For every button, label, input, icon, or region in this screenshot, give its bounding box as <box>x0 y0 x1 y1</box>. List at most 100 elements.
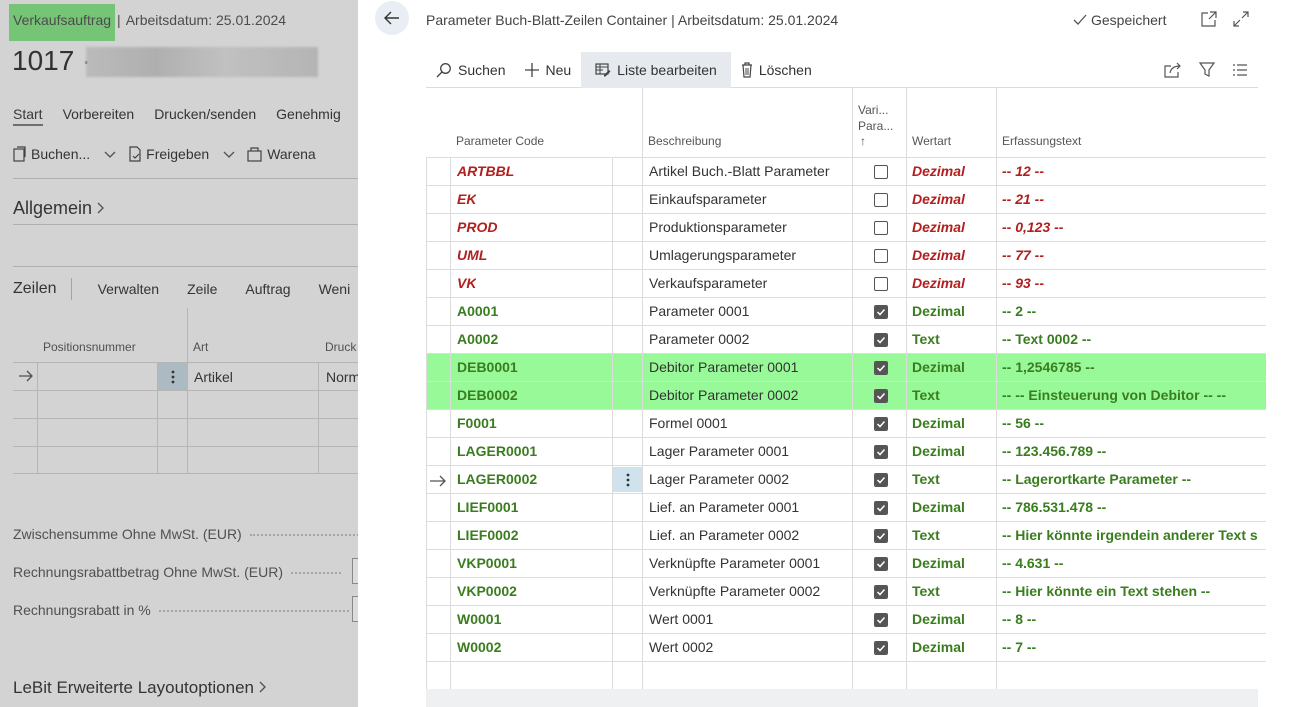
back-button[interactable] <box>375 1 409 35</box>
entry-text[interactable]: -- 12 -- <box>1002 158 1268 185</box>
entry-text[interactable]: -- 93 -- <box>1002 270 1268 297</box>
table-row[interactable]: LIEF0001 Lief. an Parameter 0001 Dezimal --… <box>426 493 1266 521</box>
parameter-code[interactable]: EK <box>457 186 476 213</box>
col-entry-text[interactable]: Erfassungstext <box>1002 133 1081 149</box>
table-row[interactable]: LAGER0001 Lager Parameter 0001 Dezimal -- 1… <box>426 437 1266 465</box>
table-row[interactable]: UML Umlagerungsparameter Dezimal -- 77 -- <box>426 241 1266 269</box>
parameter-description[interactable]: Lager Parameter 0001 <box>649 438 789 465</box>
row-menu-button[interactable] <box>613 467 643 492</box>
parameter-code[interactable]: A0002 <box>457 326 498 353</box>
table-row[interactable]: VKP0002 Verknüpfte Parameter 0002 Text -- H… <box>426 577 1266 605</box>
col-parameter-code[interactable]: Parameter Code <box>456 133 544 149</box>
variable-checkbox[interactable] <box>874 165 888 179</box>
variable-checkbox[interactable] <box>874 501 888 515</box>
modal-overlay[interactable] <box>0 0 358 707</box>
variable-checkbox[interactable] <box>874 361 888 375</box>
parameter-code[interactable]: LIEF0002 <box>457 522 518 549</box>
table-row[interactable]: VK Verkaufsparameter Dezimal -- 93 -- <box>426 269 1266 297</box>
value-type[interactable]: Text <box>912 578 940 605</box>
parameter-description[interactable]: Parameter 0002 <box>649 326 749 353</box>
parameter-description[interactable]: Debitor Parameter 0002 <box>649 382 798 409</box>
edit-list-button[interactable]: Liste bearbeiten <box>581 51 731 88</box>
table-row[interactable]: EK Einkaufsparameter Dezimal -- 21 -- <box>426 185 1266 213</box>
parameter-code[interactable]: A0001 <box>457 298 498 325</box>
variable-checkbox[interactable] <box>874 585 888 599</box>
entry-text[interactable]: -- Lagerortkarte Parameter -- <box>1002 466 1268 493</box>
entry-text[interactable]: -- 1,2546785 -- <box>1002 354 1268 381</box>
entry-text[interactable]: -- 123.456.789 -- <box>1002 438 1268 465</box>
parameter-code[interactable]: VKP0001 <box>457 550 517 577</box>
table-row[interactable]: VKP0001 Verknüpfte Parameter 0001 Dezimal -… <box>426 549 1266 577</box>
parameter-description[interactable]: Artikel Buch.-Blatt Parameter <box>649 158 830 185</box>
value-type[interactable]: Dezimal <box>912 242 965 269</box>
parameter-code[interactable]: UML <box>457 242 487 269</box>
parameter-description[interactable]: Verknüpfte Parameter 0001 <box>649 550 820 577</box>
parameter-description[interactable]: Formel 0001 <box>649 410 728 437</box>
col-description[interactable]: Beschreibung <box>648 133 721 149</box>
entry-text[interactable]: -- Hier könnte ein Text stehen -- <box>1002 578 1268 605</box>
table-row[interactable]: F0001 Formel 0001 Dezimal -- 56 -- <box>426 409 1266 437</box>
value-type[interactable]: Dezimal <box>912 354 965 381</box>
table-footer-scroll[interactable] <box>426 689 1258 707</box>
variable-checkbox[interactable] <box>874 557 888 571</box>
parameter-code[interactable]: ARTBBL <box>457 158 514 185</box>
value-type[interactable]: Text <box>912 466 940 493</box>
col-value-type[interactable]: Wertart <box>912 133 951 149</box>
value-type[interactable]: Dezimal <box>912 606 965 633</box>
parameter-code[interactable]: PROD <box>457 214 497 241</box>
table-row[interactable]: DEB0001 Debitor Parameter 0001 Dezimal -- 1… <box>426 353 1266 381</box>
parameter-description[interactable]: Lief. an Parameter 0001 <box>649 494 799 521</box>
parameter-code[interactable]: DEB0002 <box>457 382 518 409</box>
entry-text[interactable]: -- Text 0002 -- <box>1002 326 1268 353</box>
parameter-description[interactable]: Debitor Parameter 0001 <box>649 354 798 381</box>
variable-checkbox[interactable] <box>874 193 888 207</box>
entry-text[interactable]: -- 786.531.478 -- <box>1002 494 1268 521</box>
variable-checkbox[interactable] <box>874 333 888 347</box>
new-button[interactable]: Neu <box>515 52 581 88</box>
sort-ascending-icon[interactable]: ↑ <box>860 133 866 149</box>
entry-text[interactable]: -- 0,123 -- <box>1002 214 1268 241</box>
parameter-description[interactable]: Verkaufsparameter <box>649 270 767 297</box>
parameter-description[interactable]: Wert 0001 <box>649 606 713 633</box>
entry-text[interactable]: -- 4.631 -- <box>1002 550 1268 577</box>
variable-checkbox[interactable] <box>874 529 888 543</box>
parameter-code[interactable]: LAGER0002 <box>457 466 537 493</box>
entry-text[interactable]: -- 7 -- <box>1002 634 1268 661</box>
parameter-code[interactable]: VK <box>457 270 476 297</box>
variable-checkbox[interactable] <box>874 445 888 459</box>
entry-text[interactable]: -- 56 -- <box>1002 410 1268 437</box>
table-row[interactable]: LAGER0002 Lager Parameter 0002 Text -- Lage… <box>426 465 1266 493</box>
entry-text[interactable]: -- 8 -- <box>1002 606 1268 633</box>
value-type[interactable]: Text <box>912 326 940 353</box>
table-row[interactable]: A0002 Parameter 0002 Text -- Text 0002 -- <box>426 325 1266 353</box>
col-variable-line2[interactable]: Para... <box>858 118 893 134</box>
parameter-description[interactable]: Wert 0002 <box>649 634 713 661</box>
table-row[interactable]: PROD Produktionsparameter Dezimal -- 0,123 … <box>426 213 1266 241</box>
table-row-empty[interactable] <box>426 661 1266 689</box>
variable-checkbox[interactable] <box>874 389 888 403</box>
parameter-description[interactable]: Verknüpfte Parameter 0002 <box>649 578 820 605</box>
table-row[interactable]: A0001 Parameter 0001 Dezimal -- 2 -- <box>426 297 1266 325</box>
value-type[interactable]: Dezimal <box>912 214 965 241</box>
variable-checkbox[interactable] <box>874 417 888 431</box>
col-variable-line1[interactable]: Vari... <box>858 102 888 118</box>
parameter-code[interactable]: LIEF0001 <box>457 494 518 521</box>
variable-checkbox[interactable] <box>874 613 888 627</box>
entry-text[interactable]: -- Hier könnte irgendein anderer Text s <box>1002 522 1268 549</box>
parameter-code[interactable]: W0001 <box>457 606 501 633</box>
variable-checkbox[interactable] <box>874 249 888 263</box>
parameter-code[interactable]: LAGER0001 <box>457 438 537 465</box>
entry-text[interactable]: -- -- Einsteuerung von Debitor -- -- <box>1002 382 1268 409</box>
parameter-code[interactable]: W0002 <box>457 634 501 661</box>
value-type[interactable]: Text <box>912 382 940 409</box>
value-type[interactable]: Dezimal <box>912 270 965 297</box>
variable-checkbox[interactable] <box>874 221 888 235</box>
value-type[interactable]: Dezimal <box>912 494 965 521</box>
parameter-code[interactable]: F0001 <box>457 410 497 437</box>
entry-text[interactable]: -- 77 -- <box>1002 242 1268 269</box>
variable-checkbox[interactable] <box>874 305 888 319</box>
share-icon[interactable] <box>1164 52 1182 88</box>
filter-icon[interactable] <box>1199 52 1215 88</box>
table-row[interactable]: DEB0002 Debitor Parameter 0002 Text -- -- E… <box>426 381 1266 409</box>
entry-text[interactable]: -- 2 -- <box>1002 298 1268 325</box>
